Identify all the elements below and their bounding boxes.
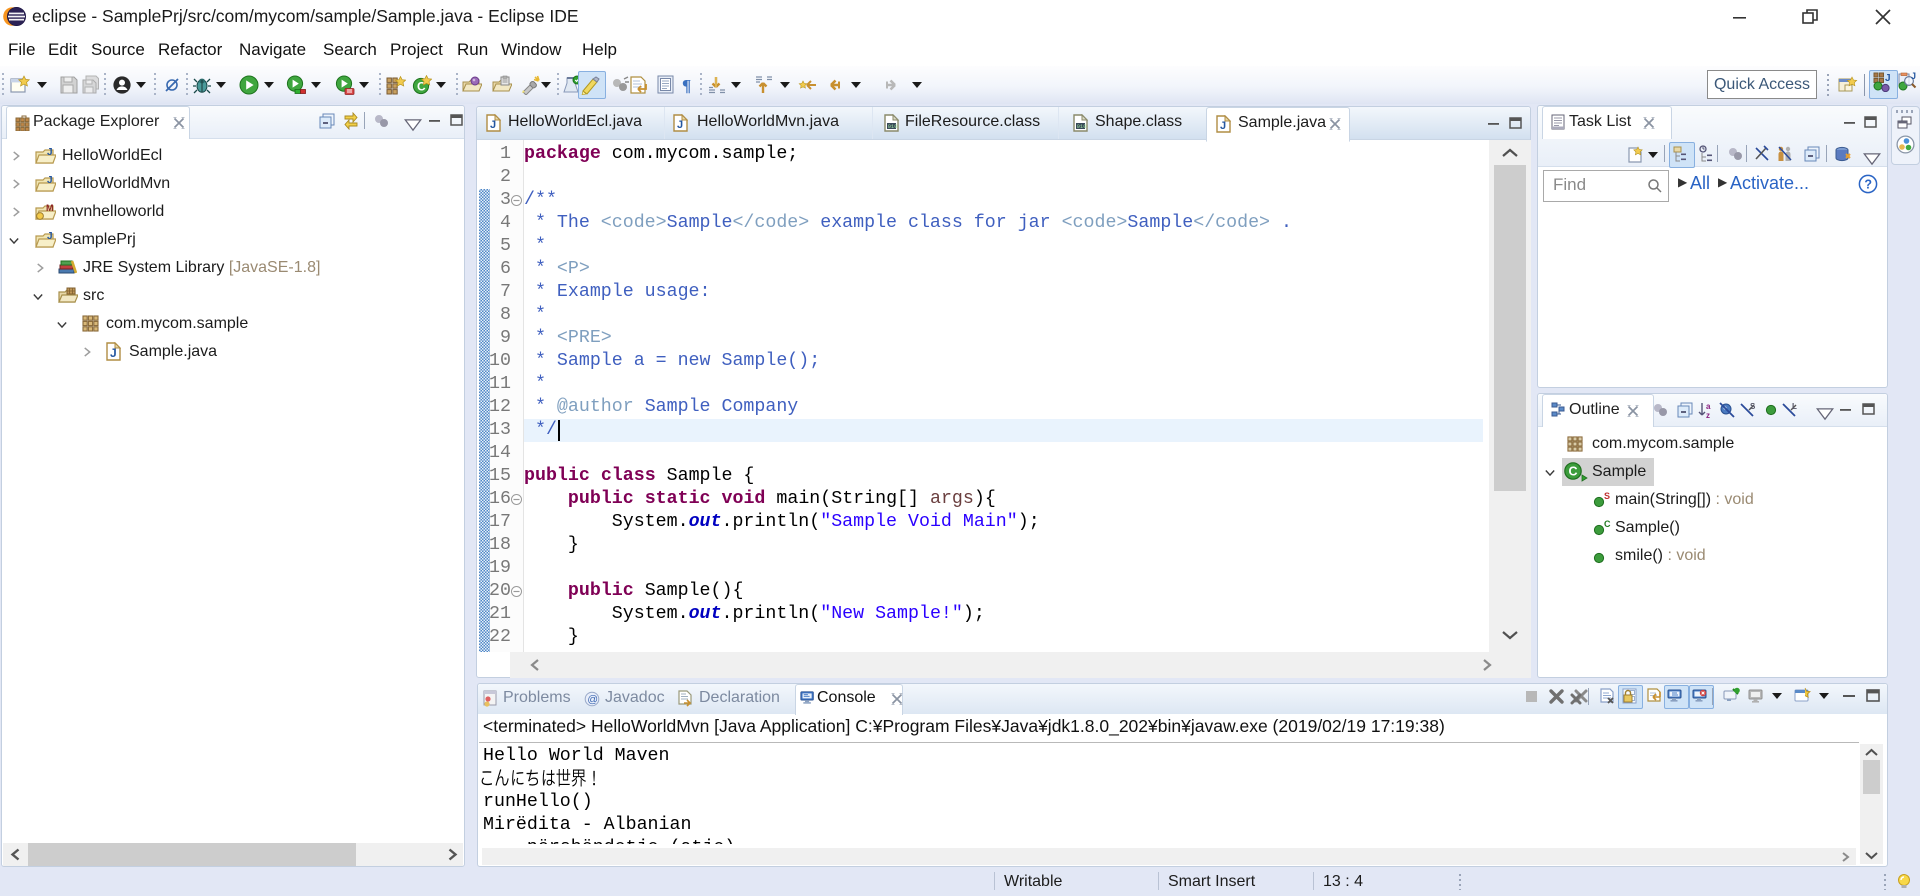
svg-text:010: 010: [888, 123, 898, 130]
svg-text:M: M: [46, 203, 54, 213]
svg-text:¶: ¶: [682, 76, 691, 95]
svg-text:a: a: [1706, 402, 1711, 411]
svg-text:?: ?: [1864, 177, 1872, 191]
svg-text:J: J: [47, 231, 53, 242]
svg-text:@: @: [587, 694, 598, 706]
svg-text:J: J: [47, 147, 53, 158]
svg-text:L: L: [1792, 402, 1797, 411]
svg-text:S: S: [1750, 402, 1756, 411]
svg-text:S: S: [1604, 491, 1610, 501]
svg-text:C: C: [1604, 519, 1611, 529]
svg-text:J: J: [1911, 72, 1916, 81]
svg-text:J: J: [1220, 120, 1226, 132]
svg-text:J: J: [47, 175, 53, 186]
svg-text:010: 010: [1077, 123, 1087, 130]
svg-text:z: z: [1706, 411, 1710, 419]
svg-text:J: J: [110, 346, 117, 360]
svg-text:J: J: [677, 119, 683, 131]
svg-text:J: J: [490, 119, 496, 131]
svg-text:J: J: [1885, 73, 1891, 84]
svg-text:C: C: [1569, 465, 1578, 479]
